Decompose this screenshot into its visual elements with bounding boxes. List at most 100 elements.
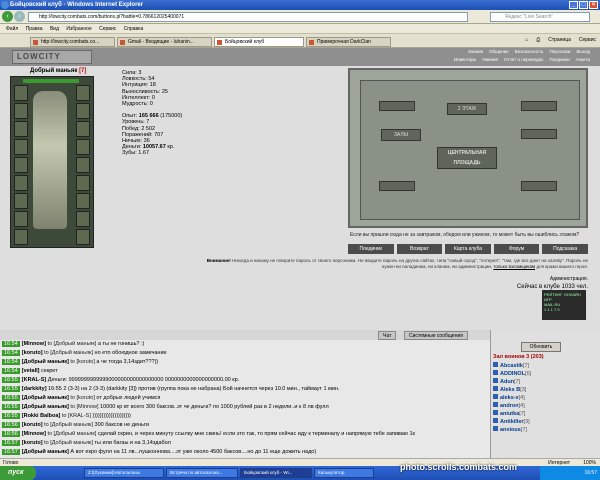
map-room-se[interactable] — [521, 181, 557, 191]
nav-inventory[interactable]: Инвентарь — [454, 56, 476, 64]
map-central-square[interactable]: ЦЕНТРАЛЬНАЯ ПЛОЩАДЬ — [437, 147, 497, 169]
map-caption: Если вы пришли сюда не за завтраком, обе… — [350, 232, 580, 238]
rating-counter[interactable]: РЕЙТИНГ ОНЛАЙН ИГР MAIL.RU 1 1 1 7 0 — [542, 290, 586, 320]
map-room-ne[interactable] — [521, 101, 557, 111]
weapon-slot[interactable] — [14, 103, 28, 119]
task-meetings[interactable]: Встречи по автосалона... — [166, 468, 238, 478]
return-button[interactable]: Возврат — [396, 244, 443, 254]
url-input[interactable]: http://lowcity.combats.com/buttons.pl?ba… — [28, 12, 468, 22]
address-bar: ‹ › http://lowcity.combats.com/buttons.p… — [0, 10, 600, 24]
map-halls[interactable]: ЗАЛЫ — [381, 129, 421, 141]
gmail-icon — [120, 40, 125, 45]
favicon-icon — [33, 40, 38, 45]
menu-bar: Файл Правка Вид Избранное Сервис Справка — [0, 24, 600, 34]
tab-fight-club[interactable]: Бойцовский клуб — [214, 37, 304, 47]
club-map-button[interactable]: Карта клуба — [445, 244, 491, 254]
leggings-slot[interactable] — [76, 211, 90, 227]
roster-item[interactable]: aniutka[7] — [493, 410, 597, 418]
task-folder[interactable]: Z:\[Луханин]\Автосалоны — [84, 468, 164, 478]
forum-button[interactable]: Форум — [493, 244, 540, 254]
boots-slot[interactable] — [14, 229, 28, 245]
map-room-e[interactable] — [521, 129, 557, 139]
roster-item[interactable]: Antikiller[3] — [493, 418, 597, 426]
nav-knowledge[interactable]: Знания — [468, 48, 483, 56]
tab-gmail[interactable]: Gmail - Входящие - luhanin... — [117, 37, 212, 47]
nav-exit[interactable]: Выход — [577, 48, 590, 56]
print-icon[interactable]: ⎙ — [536, 37, 540, 43]
home-icon[interactable]: ⌂ — [525, 37, 528, 43]
nav-skills[interactable]: Умения — [482, 56, 498, 64]
hint-button[interactable]: Подсказка — [542, 244, 588, 254]
character-name[interactable]: Добрый маньяк [7] — [30, 68, 86, 74]
tab-lowcity[interactable]: http://lowcity.combats.co... — [30, 37, 115, 47]
system-tray: 16:57 — [540, 466, 600, 480]
close-button[interactable]: × — [589, 1, 598, 9]
nav-battles[interactable]: Поединки — [549, 56, 569, 64]
menu-favorites[interactable]: Избранное — [66, 26, 91, 32]
minimize-button[interactable]: _ — [569, 1, 578, 9]
window-titlebar: Бойцовский клуб - Windows Internet Explo… — [0, 0, 600, 10]
search-input[interactable]: Яндекс "Live Search" — [490, 12, 590, 22]
roster-item[interactable]: anxious[7] — [493, 426, 597, 434]
map-room-nw[interactable] — [379, 101, 415, 111]
menu-file[interactable]: Файл — [6, 26, 18, 32]
forward-arrow-icon[interactable]: › — [14, 11, 25, 22]
roster-item[interactable]: ADDINOL[6] — [493, 370, 597, 378]
battles-button[interactable]: Поединки — [348, 244, 394, 254]
page-menu[interactable]: Страница — [548, 37, 571, 43]
task-fight-club[interactable]: Бойцовский клуб - Wi... — [240, 468, 312, 478]
clan-icon — [493, 394, 498, 399]
back-arrow-icon[interactable]: ‹ — [2, 11, 13, 22]
menu-tools[interactable]: Сервис — [99, 26, 116, 32]
chat-log[interactable]: 16:54 [Minnow] to [Добрый маньяк] а ты не… — [0, 340, 490, 458]
chat-message: 16:57 [Добрый маньяк] А вот екро фулл на … — [2, 449, 317, 455]
pants-slot[interactable] — [14, 211, 28, 227]
start-button[interactable]: пуск — [0, 466, 36, 480]
task-calculator[interactable]: Калькулятор — [314, 468, 374, 478]
nav-profile[interactable]: Анкета — [576, 56, 590, 64]
tab-chat[interactable]: Чат — [378, 331, 397, 340]
maximize-button[interactable]: □ — [579, 1, 588, 9]
shield-slot[interactable] — [76, 121, 90, 137]
offhand-slot[interactable] — [76, 139, 90, 155]
ring-slot[interactable] — [14, 175, 28, 191]
watermark: photo.scrolls.combats.com — [400, 462, 518, 472]
tab-system-messages[interactable]: Системные сообщения — [404, 331, 468, 340]
refresh-button[interactable]: Обновить — [521, 342, 561, 352]
menu-help[interactable]: Справка — [124, 26, 144, 32]
administration-label: Администрация. — [549, 276, 588, 282]
nav-character[interactable]: Персонаж — [549, 48, 570, 56]
map-floor2[interactable]: 2 ЭТАЖ — [447, 103, 487, 115]
menu-view[interactable]: Вид — [50, 26, 59, 32]
menu-edit[interactable]: Правка — [26, 26, 43, 32]
chat-message: 16:57 [koruto] to [Добрый маньяк] ты или … — [2, 440, 171, 446]
armor-slot[interactable] — [14, 121, 28, 137]
nav-transfers[interactable]: Отчет о переводах — [504, 56, 543, 64]
roster-item[interactable]: andron[4] — [493, 402, 597, 410]
belt-slot[interactable] — [14, 139, 28, 155]
roster-item[interactable]: Aleks B[3] — [493, 386, 597, 394]
chat-message: 16:54 [vetall] секрет — [2, 368, 58, 374]
boots2-slot[interactable] — [76, 229, 90, 245]
roster-item[interactable]: aleks-x[4] — [493, 394, 597, 402]
ring3-slot[interactable] — [76, 175, 90, 191]
ring2-slot[interactable] — [76, 157, 90, 173]
favicon-icon — [217, 40, 222, 45]
bracer-slot[interactable] — [14, 193, 28, 209]
roster-item[interactable]: Abcastik[7] — [493, 362, 597, 370]
player-roster: Обновить Зал воинов 3 (203) Abcastik[7] … — [490, 330, 600, 458]
helmet-slot[interactable] — [14, 85, 28, 101]
nav-security[interactable]: Безопасность — [515, 48, 544, 56]
earring-slot[interactable] — [76, 85, 90, 101]
tab-darkclan[interactable]: Примерочная DarkClan — [306, 37, 391, 47]
nav-chat[interactable]: Общение — [489, 48, 509, 56]
amulet-slot[interactable] — [76, 103, 90, 119]
clan-icon — [493, 370, 498, 375]
gloves-slot[interactable] — [14, 157, 28, 173]
roster-item[interactable]: Adun[7] — [493, 378, 597, 386]
clan-icon — [493, 410, 498, 415]
scroll-slot[interactable] — [76, 193, 90, 209]
hackers-link[interactable]: только взломщикам — [493, 264, 535, 269]
tools-menu[interactable]: Сервис — [579, 37, 596, 43]
map-room-sw[interactable] — [379, 181, 415, 191]
